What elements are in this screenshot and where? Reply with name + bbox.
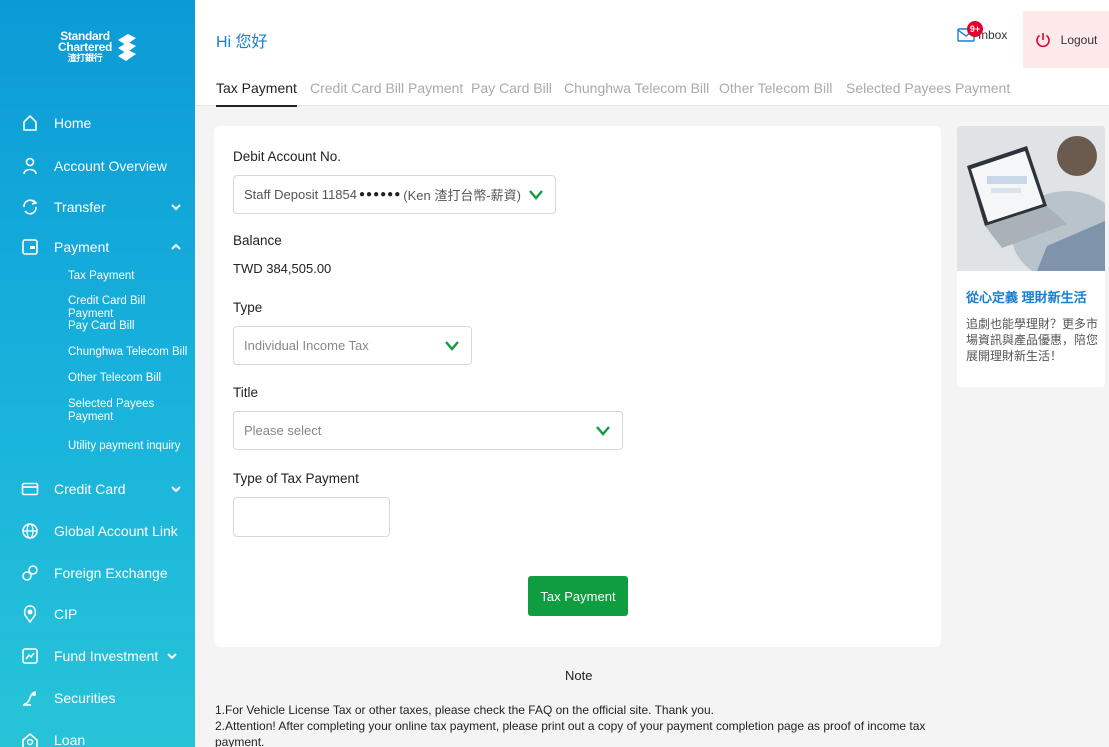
sidebar-item-transfer[interactable]: Transfer bbox=[0, 189, 195, 225]
sidebar-item-cip[interactable]: CIP bbox=[0, 596, 195, 632]
cip-icon bbox=[23, 605, 37, 623]
home-icon bbox=[23, 114, 37, 131]
sidebar-item-foreign-exchange[interactable]: Foreign Exchange bbox=[0, 555, 195, 591]
sidebar-subitem-selected-payees-payment[interactable]: Selected Payees Payment bbox=[68, 398, 158, 424]
sidebar-item-label: Credit Card bbox=[54, 481, 126, 497]
greeting: Hi 您好 bbox=[216, 34, 268, 51]
note-line-2: 2.Attention! After completing your onlin… bbox=[215, 719, 926, 747]
sidebar-item-global-account-link[interactable]: Global Account Link bbox=[0, 513, 195, 549]
sidebar-item-fund-investment[interactable]: Fund Investment bbox=[0, 638, 195, 674]
logout-label: Logout bbox=[1060, 32, 1098, 47]
debit-account-label: Debit Account No. bbox=[233, 149, 342, 164]
sidebar-item-account-overview[interactable]: Account Overview bbox=[0, 148, 195, 184]
title-placeholder: Please select bbox=[244, 423, 322, 438]
balance-label: Balance bbox=[233, 233, 282, 248]
sidebar-subitem-utility-payment-inquiry[interactable]: Utility payment inquiry bbox=[68, 440, 188, 453]
top-bar: Hi 您好 9+ Inbox Logout bbox=[195, 0, 1109, 68]
chevron-down-icon bbox=[171, 486, 181, 493]
inbox-badge: 9+ bbox=[967, 21, 983, 37]
brand-line2: Chartered bbox=[58, 39, 112, 54]
note-line-1: 1.For Vehicle License Tax or other taxes… bbox=[215, 703, 714, 717]
loan-icon bbox=[22, 732, 38, 747]
tab-credit-card-bill-payment[interactable]: Credit Card Bill Payment bbox=[310, 80, 463, 96]
tab-other-telecom-bill[interactable]: Other Telecom Bill bbox=[719, 80, 832, 96]
title-select[interactable]: Please select bbox=[233, 411, 623, 450]
transfer-icon bbox=[23, 199, 38, 215]
debit-account-suffix: (Ken 渣打台幣-薪資) bbox=[403, 188, 521, 203]
chevron-down-icon bbox=[171, 204, 181, 211]
sidebar: Standard Chartered 渣打銀行 Home Account Ove… bbox=[0, 0, 195, 747]
promo-banner[interactable]: 從心定義 理財新生活 追劇也能學理財？更多市場資訊與產品優惠，陪您展開理財新生活… bbox=[957, 126, 1105, 387]
tax-payment-type-input[interactable] bbox=[233, 497, 390, 537]
sidebar-item-label: Transfer bbox=[54, 199, 106, 215]
sidebar-item-label: Securities bbox=[54, 690, 116, 706]
note-title: Note bbox=[565, 668, 593, 683]
sidebar-subitem-pay-card-bill[interactable]: Pay Card Bill bbox=[68, 320, 188, 333]
chevron-down-icon bbox=[445, 341, 459, 351]
sidebar-item-label: Global Account Link bbox=[54, 523, 178, 539]
tab-chunghwa-telecom-bill[interactable]: Chunghwa Telecom Bill bbox=[564, 80, 709, 96]
globe-icon bbox=[22, 523, 38, 539]
chevron-down-icon bbox=[167, 653, 177, 660]
credit-card-icon bbox=[21, 482, 39, 496]
balance-value: TWD 384,505.00 bbox=[233, 261, 332, 276]
debit-account-mask: ●●●●●● bbox=[359, 189, 402, 200]
tab-pay-card-bill[interactable]: Pay Card Bill bbox=[471, 80, 552, 96]
tax-payment-submit-button[interactable]: Tax Payment bbox=[528, 576, 628, 616]
tax-payment-form: Debit Account No. Staff Deposit 11854 ●●… bbox=[214, 126, 941, 647]
sidebar-subitem-other-telecom-bill[interactable]: Other Telecom Bill bbox=[68, 372, 188, 385]
sidebar-item-label: Loan bbox=[54, 732, 86, 747]
sidebar-item-credit-card[interactable]: Credit Card bbox=[0, 471, 195, 507]
sidebar-item-label: Fund Investment bbox=[54, 648, 159, 664]
exchange-icon bbox=[22, 565, 38, 581]
brand-logo[interactable]: Standard Chartered 渣打銀行 bbox=[58, 22, 148, 72]
type-label: Type bbox=[233, 300, 263, 315]
standard-chartered-logo-icon bbox=[117, 34, 136, 61]
securities-icon bbox=[23, 691, 37, 706]
sidebar-item-loan[interactable]: Loan bbox=[0, 722, 195, 747]
chevron-down-icon bbox=[529, 190, 543, 200]
payment-tabs: Tax Payment Credit Card Bill Payment Pay… bbox=[195, 68, 1109, 107]
sidebar-item-label: Foreign Exchange bbox=[54, 565, 168, 581]
sidebar-item-label: Account Overview bbox=[54, 158, 167, 174]
laptop-person-illustration-icon bbox=[957, 126, 1105, 281]
sidebar-item-securities[interactable]: Securities bbox=[0, 680, 195, 716]
debit-account-select[interactable]: Staff Deposit 11854 ●●●●●● (Ken 渣打台幣-薪資) bbox=[233, 175, 556, 214]
type-select[interactable]: Individual Income Tax bbox=[233, 326, 472, 365]
promo-title: 從心定義 理財新生活 bbox=[966, 290, 1087, 305]
fund-icon bbox=[22, 648, 38, 664]
tab-tax-payment[interactable]: Tax Payment bbox=[216, 80, 297, 107]
sidebar-subitem-tax-payment[interactable]: Tax Payment bbox=[68, 270, 188, 283]
chevron-down-icon bbox=[596, 426, 610, 436]
person-icon bbox=[23, 157, 37, 175]
type-value: Individual Income Tax bbox=[244, 338, 369, 353]
promo-image bbox=[957, 126, 1105, 281]
power-icon bbox=[1035, 32, 1050, 47]
sidebar-item-label: Home bbox=[54, 115, 92, 131]
debit-account-prefix: Staff Deposit 11854 bbox=[244, 187, 357, 202]
inbox-button[interactable]: 9+ Inbox bbox=[957, 21, 1007, 42]
title-label: Title bbox=[233, 385, 259, 400]
logout-button[interactable]: Logout bbox=[1023, 11, 1109, 68]
tab-selected-payees-payment[interactable]: Selected Payees Payment bbox=[846, 80, 1010, 96]
promo-text: 追劇也能學理財？更多市場資訊與產品優惠，陪您展開理財新生活！ bbox=[966, 317, 1099, 363]
payment-icon bbox=[22, 239, 38, 255]
sidebar-item-home[interactable]: Home bbox=[0, 105, 195, 141]
chevron-up-icon bbox=[171, 243, 181, 250]
tax-payment-type-label: Type of Tax Payment bbox=[233, 471, 359, 486]
sidebar-item-label: Payment bbox=[54, 239, 110, 255]
sidebar-subitem-credit-card-bill-payment[interactable]: Credit Card Bill Payment bbox=[68, 295, 188, 321]
sidebar-subitem-chunghwa-telecom-bill[interactable]: Chunghwa Telecom Bill bbox=[68, 346, 188, 359]
brand-line3: 渣打銀行 bbox=[67, 52, 103, 63]
sidebar-item-label: CIP bbox=[54, 606, 78, 622]
sidebar-item-payment[interactable]: Payment bbox=[0, 229, 195, 265]
